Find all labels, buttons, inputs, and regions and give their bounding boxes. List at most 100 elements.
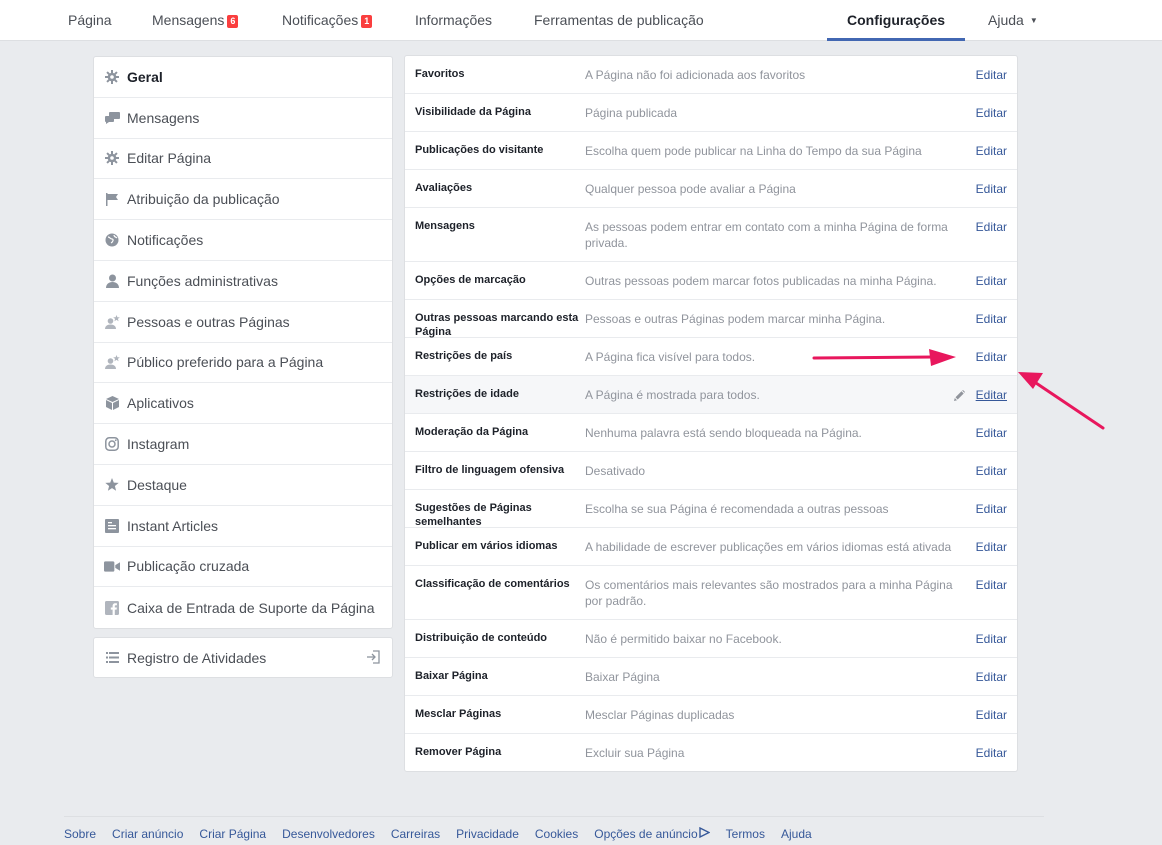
- tab-informacoes[interactable]: Informações: [415, 0, 492, 41]
- article-icon: [104, 518, 120, 534]
- page-footer: Sobre Criar anúncio Criar Página Desenvolve…: [64, 816, 1044, 841]
- video-camera-icon: [104, 558, 120, 574]
- edit-link[interactable]: Editar: [976, 219, 1007, 235]
- edit-link[interactable]: Editar: [976, 631, 1007, 647]
- setting-label: Visibilidade da Página: [415, 106, 531, 118]
- sidebar-item-2[interactable]: Editar Página: [94, 139, 392, 180]
- setting-value: Excluir sua Página: [585, 746, 685, 760]
- sidebar-item-5[interactable]: Funções administrativas: [94, 261, 392, 302]
- tab-configuracoes[interactable]: Configurações: [826, 0, 966, 41]
- setting-label: Remover Página: [415, 746, 502, 758]
- tab-mensagens[interactable]: Mensagens 6: [152, 0, 239, 41]
- edit-link[interactable]: Editar: [976, 501, 1007, 517]
- sidebar-item-13[interactable]: Caixa de Entrada de Suporte da Página: [94, 587, 392, 628]
- settings-sidebar: Geral Mensagens Editar Página Atribuição da…: [93, 56, 393, 630]
- sidebar-item-9[interactable]: Instagram: [94, 424, 392, 465]
- edit-link[interactable]: Editar: [976, 67, 1007, 83]
- tab-label: Mensagens: [152, 12, 225, 28]
- edit-link[interactable]: Editar: [976, 387, 1007, 403]
- edit-link[interactable]: Editar: [976, 463, 1007, 479]
- settings-row[interactable]: Outras pessoas marcando esta Página Pesso…: [405, 300, 1017, 338]
- settings-row[interactable]: Classificação de comentários Os comentári…: [405, 566, 1017, 620]
- footer-link-label: Opções de anúncio: [594, 827, 698, 841]
- setting-value: Mesclar Páginas duplicadas: [585, 708, 735, 722]
- sidebar-item-3[interactable]: Atribuição da publicação: [94, 179, 392, 221]
- person-star-icon: [104, 354, 120, 370]
- edit-link[interactable]: Editar: [976, 311, 1007, 327]
- settings-row[interactable]: Avaliações Qualquer pessoa pode avaliar a…: [405, 170, 1017, 208]
- sidebar-item-label: Registro de Atividades: [127, 649, 267, 666]
- settings-row[interactable]: Distribuição de conteúdo Não é permitido …: [405, 620, 1017, 658]
- footer-link[interactable]: Termos: [726, 827, 765, 841]
- sidebar-item-label: Caixa de Entrada de Suporte da Página: [127, 599, 375, 616]
- settings-row[interactable]: Mesclar Páginas Mesclar Páginas duplicada…: [405, 696, 1017, 734]
- settings-row[interactable]: Filtro de linguagem ofensiva Desativado Ed…: [405, 452, 1017, 490]
- sidebar-item-0[interactable]: Geral: [94, 57, 392, 98]
- tab-notificacoes[interactable]: Notificações 1: [282, 0, 373, 41]
- sidebar-item-label: Instant Articles: [127, 517, 219, 534]
- edit-link[interactable]: Editar: [976, 425, 1007, 441]
- edit-link[interactable]: Editar: [976, 181, 1007, 197]
- sidebar-item-10[interactable]: Destaque: [94, 465, 392, 506]
- edit-link[interactable]: Editar: [976, 349, 1007, 365]
- open-log-icon[interactable]: [366, 650, 380, 667]
- settings-row[interactable]: Baixar Página Baixar Página Editar: [405, 658, 1017, 696]
- sidebar-item-8[interactable]: Aplicativos: [94, 383, 392, 425]
- settings-row[interactable]: Favoritos A Página não foi adicionada aos…: [405, 56, 1017, 94]
- setting-label: Baixar Página: [415, 670, 488, 682]
- setting-value: Página publicada: [585, 106, 678, 120]
- sidebar-item-4[interactable]: Notificações: [94, 220, 392, 261]
- settings-row[interactable]: Restrições de idade A Página é mostrada p…: [405, 376, 1017, 414]
- footer-link[interactable]: Ajuda: [781, 827, 812, 841]
- sidebar-item-activity-log[interactable]: Registro de Atividades: [94, 638, 392, 677]
- settings-row[interactable]: Opções de marcação Outras pessoas podem m…: [405, 262, 1017, 300]
- tab-pagina[interactable]: Página: [68, 0, 112, 41]
- setting-value: A Página é mostrada para todos.: [585, 388, 760, 402]
- setting-label: Outras pessoas marcando esta Página: [415, 312, 579, 338]
- edit-link[interactable]: Editar: [976, 577, 1007, 593]
- settings-row[interactable]: Restrições de país A Página fica visível …: [405, 338, 1017, 376]
- tab-ajuda[interactable]: Ajuda ▼: [988, 0, 1038, 41]
- sidebar-item-7[interactable]: Público preferido para a Página: [94, 343, 392, 384]
- sidebar-item-1[interactable]: Mensagens: [94, 98, 392, 139]
- tab-label: Ferramentas de publicação: [534, 12, 704, 28]
- edit-link[interactable]: Editar: [976, 273, 1007, 289]
- footer-link[interactable]: Desenvolvedores: [282, 827, 375, 841]
- settings-row[interactable]: Moderação da Página Nenhuma palavra está …: [405, 414, 1017, 452]
- sidebar-item-6[interactable]: Pessoas e outras Páginas: [94, 302, 392, 343]
- edit-link[interactable]: Editar: [976, 745, 1007, 761]
- sidebar-item-11[interactable]: Instant Articles: [94, 506, 392, 547]
- edit-link[interactable]: Editar: [976, 105, 1007, 121]
- settings-row[interactable]: Publicações do visitante Escolha quem pod…: [405, 132, 1017, 170]
- edit-link[interactable]: Editar: [976, 707, 1007, 723]
- sidebar-item-label: Publicação cruzada: [127, 558, 250, 575]
- footer-link[interactable]: Sobre: [64, 827, 96, 841]
- setting-value: Baixar Página: [585, 670, 660, 684]
- sidebar-item-label: Pessoas e outras Páginas: [127, 313, 290, 330]
- edit-link[interactable]: Editar: [976, 143, 1007, 159]
- setting-value: Outras pessoas podem marcar fotos public…: [585, 274, 937, 288]
- settings-row[interactable]: Publicar em vários idiomas A habilidade d…: [405, 528, 1017, 566]
- sidebar-item-12[interactable]: Publicação cruzada: [94, 547, 392, 588]
- setting-label: Classificação de comentários: [415, 578, 570, 590]
- gear-icon: [104, 150, 120, 166]
- footer-link[interactable]: Criar anúncio: [112, 827, 183, 841]
- settings-row[interactable]: Mensagens As pessoas podem entrar em cont…: [405, 208, 1017, 262]
- facebook-icon: [104, 600, 120, 616]
- star-icon: [104, 477, 120, 493]
- edit-link[interactable]: Editar: [976, 669, 1007, 685]
- settings-row[interactable]: Remover Página Excluir sua Página Editar: [405, 734, 1017, 771]
- settings-row[interactable]: Sugestões de Páginas semelhantes Escolha …: [405, 490, 1017, 528]
- setting-label: Filtro de linguagem ofensiva: [415, 464, 565, 476]
- tab-ferramentas-de-publicacao[interactable]: Ferramentas de publicação: [534, 0, 704, 41]
- footer-link[interactable]: Opções de anúncio: [594, 826, 711, 841]
- footer-link[interactable]: Cookies: [535, 827, 578, 841]
- settings-row[interactable]: Visibilidade da Página Página publicada Ed…: [405, 94, 1017, 132]
- footer-link[interactable]: Criar Página: [199, 827, 266, 841]
- footer-link[interactable]: Carreiras: [391, 827, 440, 841]
- notifications-count-badge: 1: [361, 15, 373, 28]
- messages-count-badge: 6: [227, 15, 239, 28]
- edit-link[interactable]: Editar: [976, 539, 1007, 555]
- footer-link[interactable]: Privacidade: [456, 827, 519, 841]
- setting-value: Nenhuma palavra está sendo bloqueada na …: [585, 426, 862, 440]
